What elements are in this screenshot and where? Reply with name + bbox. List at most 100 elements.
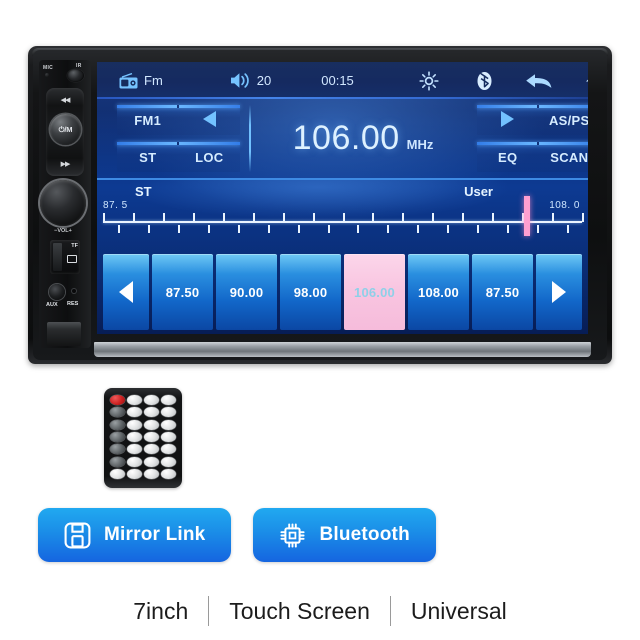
preset-button[interactable]: 98.00	[280, 254, 341, 330]
tuning-scale[interactable]: ST User 87. 5 108. 0	[97, 178, 588, 252]
footer-item: 7inch	[133, 597, 189, 624]
remote-button-grid[interactable]	[110, 395, 176, 479]
remote-key[interactable]	[161, 419, 176, 430]
local-button[interactable]: LOC	[179, 150, 241, 165]
remote-key[interactable]	[110, 419, 125, 430]
eq-scan-row[interactable]: EQ SCAN	[477, 142, 588, 172]
remote-key[interactable]	[127, 407, 142, 418]
scale-tick-major	[342, 213, 345, 222]
lcd-touch-screen[interactable]: Fm 20 00:15 FM1 ST LOC 106.00 MHz AS/PS …	[97, 62, 588, 334]
scan-button[interactable]: SCAN	[539, 150, 589, 165]
footer-item: Universal	[410, 597, 507, 624]
scale-tick-major	[102, 213, 105, 222]
remote-key[interactable]	[144, 432, 159, 442]
frequency-value: 106.00	[292, 119, 400, 157]
remote-key[interactable]	[161, 432, 176, 442]
triangle-right-icon	[501, 110, 515, 127]
scale-tick-minor	[357, 225, 360, 233]
remote-power-button[interactable]	[110, 395, 125, 405]
remote-key[interactable]	[144, 444, 159, 455]
remote-key[interactable]	[161, 469, 176, 479]
remote-key[interactable]	[110, 407, 125, 418]
remote-key[interactable]	[127, 456, 142, 467]
preset-next-button[interactable]	[536, 254, 582, 330]
scale-tick-major	[402, 213, 405, 222]
preset-button[interactable]: 106.00	[344, 254, 405, 330]
remote-key[interactable]	[144, 456, 159, 467]
source-indicator[interactable]: Fm	[119, 72, 163, 89]
remote-key[interactable]	[110, 432, 125, 442]
st-loc-row[interactable]: ST LOC	[117, 142, 240, 172]
remote-key[interactable]	[144, 419, 159, 430]
tune-down-button[interactable]	[179, 110, 241, 130]
tuner-right-buttons: AS/PS EQ SCAN	[477, 105, 588, 179]
eq-button[interactable]: EQ	[477, 150, 539, 165]
preset-button[interactable]: 87.50	[472, 254, 533, 330]
band-label[interactable]: FM1	[117, 113, 179, 128]
bluetooth-icon	[477, 71, 492, 90]
remote-key[interactable]	[161, 407, 176, 418]
chevron-left-icon	[119, 281, 133, 303]
scale-tick-minor	[177, 225, 180, 233]
tf-card-slot[interactable]: TF	[50, 240, 80, 274]
remote-key[interactable]	[161, 444, 176, 455]
status-bar: Fm 20 00:15	[97, 62, 588, 99]
band-row[interactable]: FM1	[117, 105, 240, 135]
remote-key[interactable]	[127, 444, 142, 455]
preset-button[interactable]: 108.00	[408, 254, 469, 330]
volume-knob[interactable]	[40, 180, 86, 226]
back-button[interactable]	[525, 71, 553, 91]
next-asps-row[interactable]: AS/PS	[477, 105, 588, 135]
volume-indicator[interactable]: 20	[230, 72, 271, 89]
aux-input-jack[interactable]	[49, 284, 65, 300]
ir-remote-control[interactable]	[104, 388, 182, 488]
remote-key[interactable]	[110, 469, 125, 479]
bluetooth-button[interactable]	[476, 71, 493, 91]
power-mode-label: ⏻/M	[58, 124, 73, 134]
scale-tick-major	[552, 213, 555, 222]
preset-button[interactable]: 90.00	[216, 254, 277, 330]
reset-button[interactable]	[72, 289, 76, 293]
tuner-left-buttons: FM1 ST LOC	[117, 105, 240, 179]
tune-up-button[interactable]	[477, 110, 539, 130]
previous-track-icon[interactable]: ◀◀	[46, 96, 84, 104]
scale-tick-minor	[507, 225, 510, 233]
next-track-icon[interactable]: ▶▶	[46, 160, 84, 168]
bluetooth-badge[interactable]: Bluetooth	[253, 508, 436, 562]
remote-key[interactable]	[144, 469, 159, 479]
preset-prev-button[interactable]	[103, 254, 149, 330]
device-inner-frame: MIC IR ◀◀ ⏻/M ▶▶ −VOL+ TF AUX RES Fm 20 …	[33, 50, 607, 360]
remote-key[interactable]	[144, 395, 159, 405]
asps-button[interactable]: AS/PS	[539, 113, 588, 128]
remote-key[interactable]	[127, 419, 142, 430]
ir-sensor-icon	[67, 69, 84, 82]
car-stereo-head-unit: MIC IR ◀◀ ⏻/M ▶▶ −VOL+ TF AUX RES Fm 20 …	[28, 46, 612, 364]
scale-tick-major	[462, 213, 465, 222]
stereo-button[interactable]: ST	[117, 150, 179, 165]
tuning-cursor[interactable]	[524, 196, 531, 236]
preset-button[interactable]: 87.50	[152, 254, 213, 330]
remote-key[interactable]	[161, 456, 176, 467]
scale-user-label: User	[464, 184, 493, 199]
tuner-zone: FM1 ST LOC 106.00 MHz AS/PS EQ SCAN	[97, 99, 588, 178]
remote-key[interactable]	[127, 432, 142, 442]
scale-tick-minor	[327, 225, 330, 233]
power-mode-button[interactable]: ⏻/M	[50, 114, 81, 145]
remote-key[interactable]	[110, 444, 125, 455]
scale-stereo-label: ST	[135, 184, 152, 199]
remote-key[interactable]	[127, 395, 142, 405]
feature-badges: Mirror Link Bluetooth	[38, 508, 436, 562]
remote-key[interactable]	[110, 456, 125, 467]
brightness-button[interactable]	[419, 70, 439, 91]
mirror-link-badge[interactable]: Mirror Link	[38, 508, 232, 562]
remote-key[interactable]	[161, 395, 176, 405]
scale-tick-minor	[297, 225, 300, 233]
scale-tick-minor	[387, 225, 390, 233]
track-rocker-pad[interactable]: ◀◀ ⏻/M ▶▶	[46, 88, 84, 176]
spec-footer: 7inch Touch Screen Universal	[0, 588, 640, 634]
remote-key[interactable]	[127, 469, 142, 479]
remote-key[interactable]	[144, 407, 159, 418]
bluetooth-label: Bluetooth	[319, 524, 410, 545]
home-button[interactable]	[585, 70, 588, 91]
frequency-unit: MHz	[406, 137, 434, 152]
